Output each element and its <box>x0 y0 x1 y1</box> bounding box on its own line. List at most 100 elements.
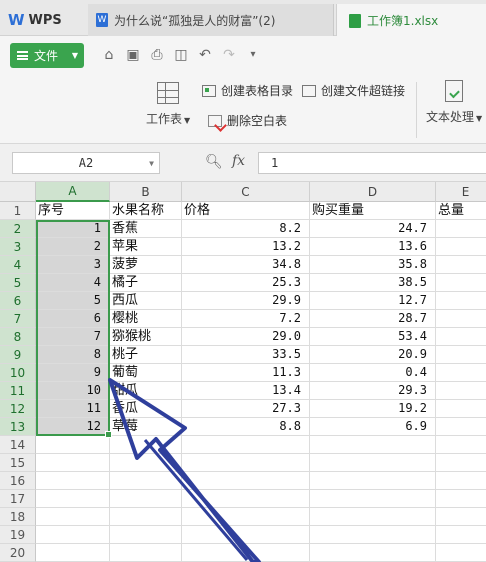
cell-a13[interactable]: 12 <box>36 418 110 436</box>
cell-d9[interactable]: 20.9 <box>310 346 436 364</box>
cell-d15[interactable] <box>310 454 436 472</box>
spreadsheet-grid[interactable]: A B C D E 1 序号 水果名称 价格 购买重量 总量 2 1 香蕉 8.2 24.7 3 2 苹果 13.2 1… <box>0 182 486 562</box>
cell-e12[interactable] <box>436 400 486 418</box>
row-header-20[interactable]: 20 <box>0 544 36 562</box>
cell-a19[interactable] <box>36 526 110 544</box>
create-hyperlink-button[interactable]: 创建文件超链接 <box>302 82 405 99</box>
row-header-1[interactable]: 1 <box>0 202 36 220</box>
zoom-icon[interactable]: 🔍︎ <box>205 154 223 170</box>
name-box[interactable]: A2 ▼ <box>12 152 160 174</box>
cell-b8[interactable]: 猕猴桃 <box>110 328 182 346</box>
cell-e4[interactable] <box>436 256 486 274</box>
cell-a6[interactable]: 5 <box>36 292 110 310</box>
cell-d1[interactable]: 购买重量 <box>310 202 436 220</box>
cell-d17[interactable] <box>310 490 436 508</box>
cell-d10[interactable]: 0.4 <box>310 364 436 382</box>
cell-d11[interactable]: 29.3 <box>310 382 436 400</box>
row-header-18[interactable]: 18 <box>0 508 36 526</box>
cell-b5[interactable]: 橘子 <box>110 274 182 292</box>
cell-c1[interactable]: 价格 <box>182 202 310 220</box>
cell-c4[interactable]: 34.8 <box>182 256 310 274</box>
cell-e1[interactable]: 总量 <box>436 202 486 220</box>
cell-e10[interactable] <box>436 364 486 382</box>
column-header-a[interactable]: A <box>36 182 110 202</box>
cell-c11[interactable]: 13.4 <box>182 382 310 400</box>
cell-b19[interactable] <box>110 526 182 544</box>
row-header-13[interactable]: 13 <box>0 418 36 436</box>
cell-c2[interactable]: 8.2 <box>182 220 310 238</box>
cell-c17[interactable] <box>182 490 310 508</box>
cell-b3[interactable]: 苹果 <box>110 238 182 256</box>
cell-e3[interactable] <box>436 238 486 256</box>
customize-toolbar-icon[interactable]: ▾ <box>244 46 262 64</box>
cell-b16[interactable] <box>110 472 182 490</box>
cell-a3[interactable]: 2 <box>36 238 110 256</box>
column-header-c[interactable]: C <box>182 182 310 202</box>
create-toc-button[interactable]: 创建表格目录 <box>202 82 293 99</box>
cell-a8[interactable]: 7 <box>36 328 110 346</box>
cell-b4[interactable]: 菠萝 <box>110 256 182 274</box>
cell-a10[interactable]: 9 <box>36 364 110 382</box>
cell-e2[interactable] <box>436 220 486 238</box>
text-process-button[interactable]: 文本处理 ▼ <box>426 80 482 125</box>
cell-a1[interactable]: 序号 <box>36 202 110 220</box>
cell-c7[interactable]: 7.2 <box>182 310 310 328</box>
cell-b11[interactable]: 甜瓜 <box>110 382 182 400</box>
cell-e20[interactable] <box>436 544 486 562</box>
row-header-3[interactable]: 3 <box>0 238 36 256</box>
cell-b9[interactable]: 桃子 <box>110 346 182 364</box>
cell-e19[interactable] <box>436 526 486 544</box>
cell-b6[interactable]: 西瓜 <box>110 292 182 310</box>
cell-e16[interactable] <box>436 472 486 490</box>
cell-c12[interactable]: 27.3 <box>182 400 310 418</box>
cell-b17[interactable] <box>110 490 182 508</box>
row-header-12[interactable]: 12 <box>0 400 36 418</box>
cell-e8[interactable] <box>436 328 486 346</box>
cell-c5[interactable]: 25.3 <box>182 274 310 292</box>
cell-d16[interactable] <box>310 472 436 490</box>
print-icon[interactable]: ⎙ <box>148 46 166 64</box>
row-header-16[interactable]: 16 <box>0 472 36 490</box>
cell-b14[interactable] <box>110 436 182 454</box>
row-header-2[interactable]: 2 <box>0 220 36 238</box>
redo-icon[interactable]: ↷ <box>220 46 238 64</box>
cell-e17[interactable] <box>436 490 486 508</box>
cell-e5[interactable] <box>436 274 486 292</box>
column-header-b[interactable]: B <box>110 182 182 202</box>
cell-e15[interactable] <box>436 454 486 472</box>
row-header-5[interactable]: 5 <box>0 274 36 292</box>
cell-c19[interactable] <box>182 526 310 544</box>
cell-d12[interactable]: 19.2 <box>310 400 436 418</box>
delete-blank-sheet-button[interactable]: 删除空白表 <box>208 112 287 129</box>
cell-c6[interactable]: 29.9 <box>182 292 310 310</box>
cell-b20[interactable] <box>110 544 182 562</box>
cell-d8[interactable]: 53.4 <box>310 328 436 346</box>
cell-a9[interactable]: 8 <box>36 346 110 364</box>
cell-c15[interactable] <box>182 454 310 472</box>
chevron-down-icon[interactable]: ▼ <box>149 159 154 168</box>
cell-e7[interactable] <box>436 310 486 328</box>
cell-c16[interactable] <box>182 472 310 490</box>
open-folder-icon[interactable]: ⌂ <box>100 46 118 64</box>
cell-c9[interactable]: 33.5 <box>182 346 310 364</box>
cell-a18[interactable] <box>36 508 110 526</box>
cell-a12[interactable]: 11 <box>36 400 110 418</box>
cell-a20[interactable] <box>36 544 110 562</box>
cell-a17[interactable] <box>36 490 110 508</box>
cell-c20[interactable] <box>182 544 310 562</box>
cell-c3[interactable]: 13.2 <box>182 238 310 256</box>
cell-e9[interactable] <box>436 346 486 364</box>
cell-a4[interactable]: 3 <box>36 256 110 274</box>
cell-a16[interactable] <box>36 472 110 490</box>
cell-d3[interactable]: 13.6 <box>310 238 436 256</box>
cell-d5[interactable]: 38.5 <box>310 274 436 292</box>
cell-a11[interactable]: 10 <box>36 382 110 400</box>
formula-input[interactable]: 1 <box>258 152 486 174</box>
row-header-10[interactable]: 10 <box>0 364 36 382</box>
row-header-9[interactable]: 9 <box>0 346 36 364</box>
undo-icon[interactable]: ↶ <box>196 46 214 64</box>
cell-b7[interactable]: 樱桃 <box>110 310 182 328</box>
cell-d2[interactable]: 24.7 <box>310 220 436 238</box>
row-header-19[interactable]: 19 <box>0 526 36 544</box>
worksheet-button[interactable]: 工作表 ▼ <box>146 82 190 127</box>
